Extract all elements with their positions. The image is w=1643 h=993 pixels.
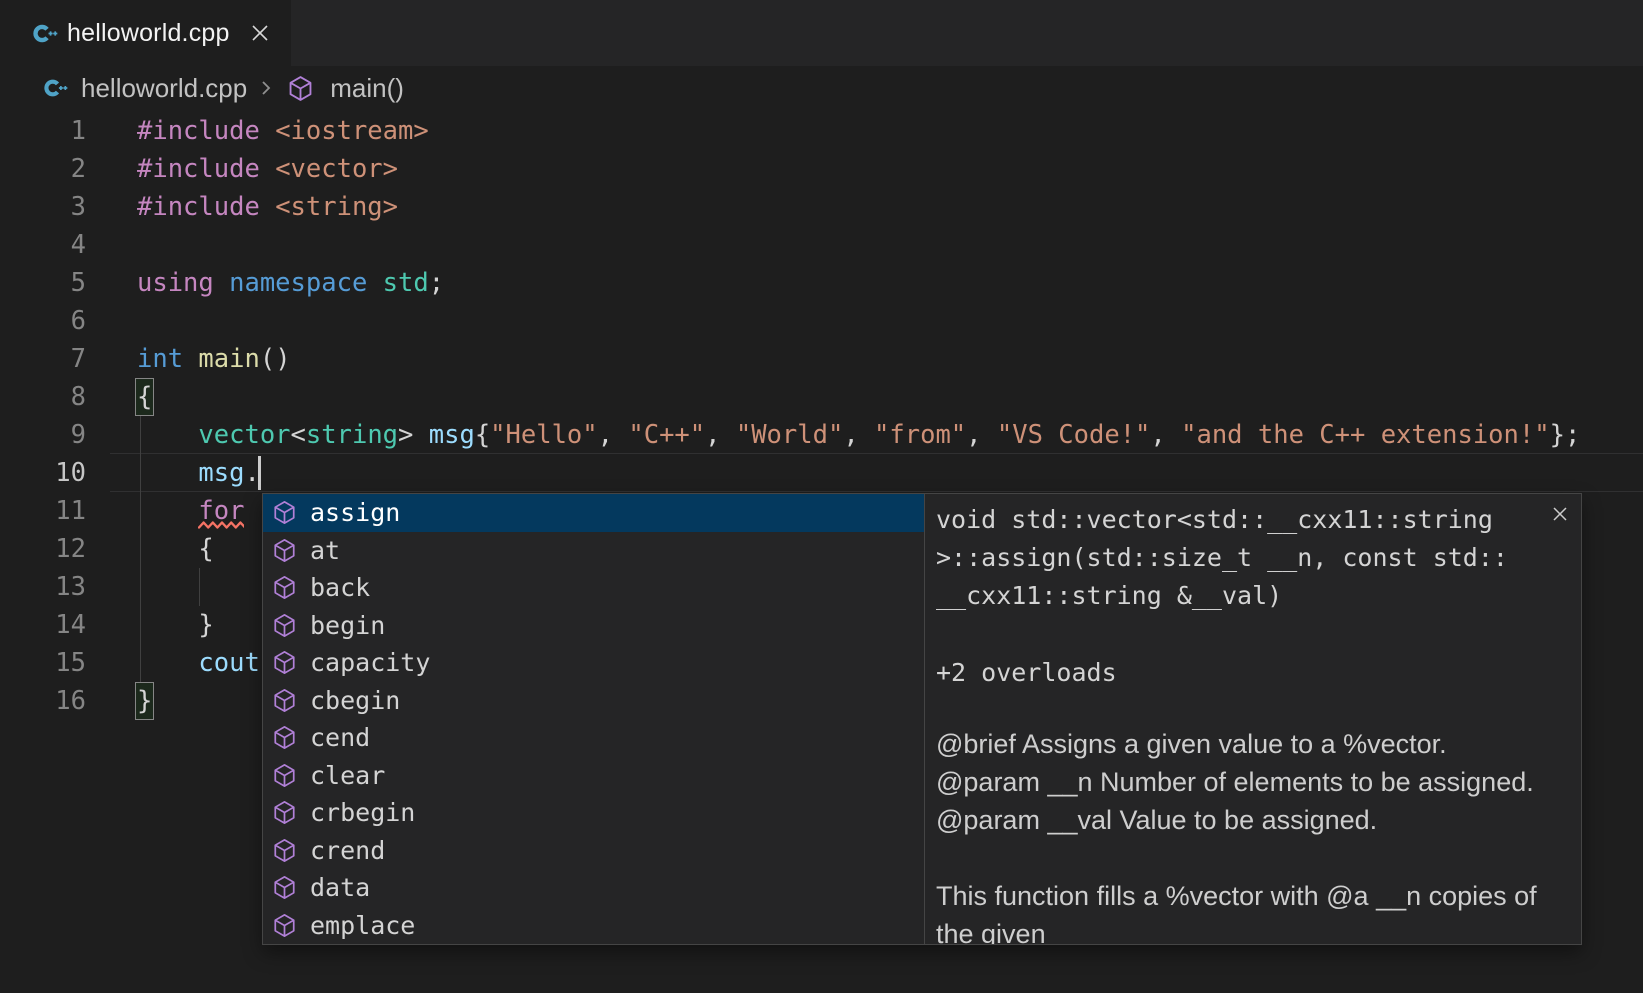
symbol-method-icon (272, 688, 297, 713)
suggestion-item-cbegin[interactable]: cbegin (263, 682, 924, 720)
symbol-method-icon (272, 650, 297, 675)
suggestion-item-capacity[interactable]: capacity (263, 644, 924, 682)
breadcrumb-item-file[interactable]: helloworld.cpp (81, 73, 247, 104)
symbol-method-icon (272, 575, 297, 600)
line-number: 12 (0, 530, 86, 568)
cpp-file-icon (44, 76, 68, 100)
suggestion-item-data[interactable]: data (263, 869, 924, 907)
intellisense-suggest-widget: assign at back begin capacity cbegin cend clear… (262, 493, 1582, 945)
symbol-method-icon (272, 875, 297, 900)
suggestion-label: capacity (310, 648, 430, 677)
symbol-method-icon (272, 613, 297, 638)
suggestion-label: cend (310, 723, 370, 752)
line-number: 14 (0, 606, 86, 644)
suggestion-label: at (310, 536, 340, 565)
line-number: 8 (0, 378, 86, 416)
code-line[interactable]: #include <vector> (137, 150, 1580, 188)
code-line[interactable]: { (137, 378, 1580, 416)
code-line[interactable]: #include <iostream> (137, 112, 1580, 150)
suggestion-item-begin[interactable]: begin (263, 607, 924, 645)
code-line[interactable]: int main() (137, 340, 1580, 378)
suggestion-label: crbegin (310, 798, 415, 827)
line-number: 11 (0, 492, 86, 530)
suggestion-label: crend (310, 836, 385, 865)
code-line[interactable] (137, 226, 1580, 264)
text-cursor (258, 456, 261, 490)
breadcrumb: helloworld.cpp main() (0, 66, 1643, 110)
line-number: 3 (0, 188, 86, 226)
code-line[interactable]: vector<string> msg{"Hello", "C++", "Worl… (137, 416, 1580, 454)
symbol-method-icon (272, 763, 297, 788)
line-number: 5 (0, 264, 86, 302)
symbol-method-icon (272, 838, 297, 863)
breadcrumb-item-symbol[interactable]: main() (330, 73, 404, 104)
function-signature: void std::vector<std::__cxx11::string>::… (936, 501, 1508, 615)
symbol-method-icon (272, 500, 297, 525)
suggestion-item-clear[interactable]: clear (263, 757, 924, 795)
tab-helloworld-cpp[interactable]: helloworld.cpp (0, 0, 291, 66)
vscode-window: helloworld.cpp helloworld.cpp main() 123… (0, 0, 1643, 993)
suggestion-label: clear (310, 761, 385, 790)
suggest-details-panel: void std::vector<std::__cxx11::string>::… (924, 494, 1583, 944)
line-number: 15 (0, 644, 86, 682)
line-number: 7 (0, 340, 86, 378)
editor-tab-bar: helloworld.cpp (0, 0, 1643, 66)
chevron-right-icon (258, 77, 274, 99)
cpp-file-icon (33, 21, 58, 46)
details-close-icon[interactable] (1550, 504, 1570, 524)
line-number: 16 (0, 682, 86, 720)
suggestion-item-crbegin[interactable]: crbegin (263, 794, 924, 832)
code-line[interactable]: #include <string> (137, 188, 1580, 226)
line-number: 1 (0, 112, 86, 150)
code-line[interactable]: using namespace std; (137, 264, 1580, 302)
suggestion-item-crend[interactable]: crend (263, 832, 924, 870)
suggestion-item-assign[interactable]: assign (263, 494, 924, 532)
suggestion-label: emplace (310, 911, 415, 940)
line-number: 4 (0, 226, 86, 264)
suggestion-label: cbegin (310, 686, 400, 715)
doc-tags: @brief Assigns a given value to a %vecto… (936, 725, 1534, 839)
doc-description: This function fills a %vector with @a __… (936, 877, 1537, 944)
suggestion-item-back[interactable]: back (263, 569, 924, 607)
error-squiggle (198, 520, 244, 530)
symbol-method-icon (272, 913, 297, 938)
code-line[interactable] (137, 302, 1580, 340)
suggestion-item-at[interactable]: at (263, 532, 924, 570)
suggestion-list: assign at back begin capacity cbegin cend clear… (263, 494, 924, 944)
code-line[interactable]: msg. (137, 454, 1580, 492)
suggestion-label: back (310, 573, 370, 602)
symbol-method-icon (287, 75, 314, 102)
code-editor[interactable]: 12345678910111213141516 #include <iostre… (0, 110, 1643, 993)
suggestion-label: data (310, 873, 370, 902)
line-number: 9 (0, 416, 86, 454)
tab-close-icon[interactable] (249, 22, 271, 44)
tab-label: helloworld.cpp (67, 19, 230, 48)
suggestion-label: begin (310, 611, 385, 640)
symbol-method-icon (272, 538, 297, 563)
symbol-method-icon (272, 725, 297, 750)
suggestion-item-emplace[interactable]: emplace (263, 907, 924, 945)
overloads-count: +2 overloads (936, 654, 1117, 692)
line-number: 13 (0, 568, 86, 606)
line-number: 10 (0, 454, 86, 492)
suggestion-item-cend[interactable]: cend (263, 719, 924, 757)
suggestion-label: assign (310, 498, 400, 527)
line-number-gutter: 12345678910111213141516 (0, 112, 86, 720)
symbol-method-icon (272, 800, 297, 825)
line-number: 6 (0, 302, 86, 340)
line-number: 2 (0, 150, 86, 188)
